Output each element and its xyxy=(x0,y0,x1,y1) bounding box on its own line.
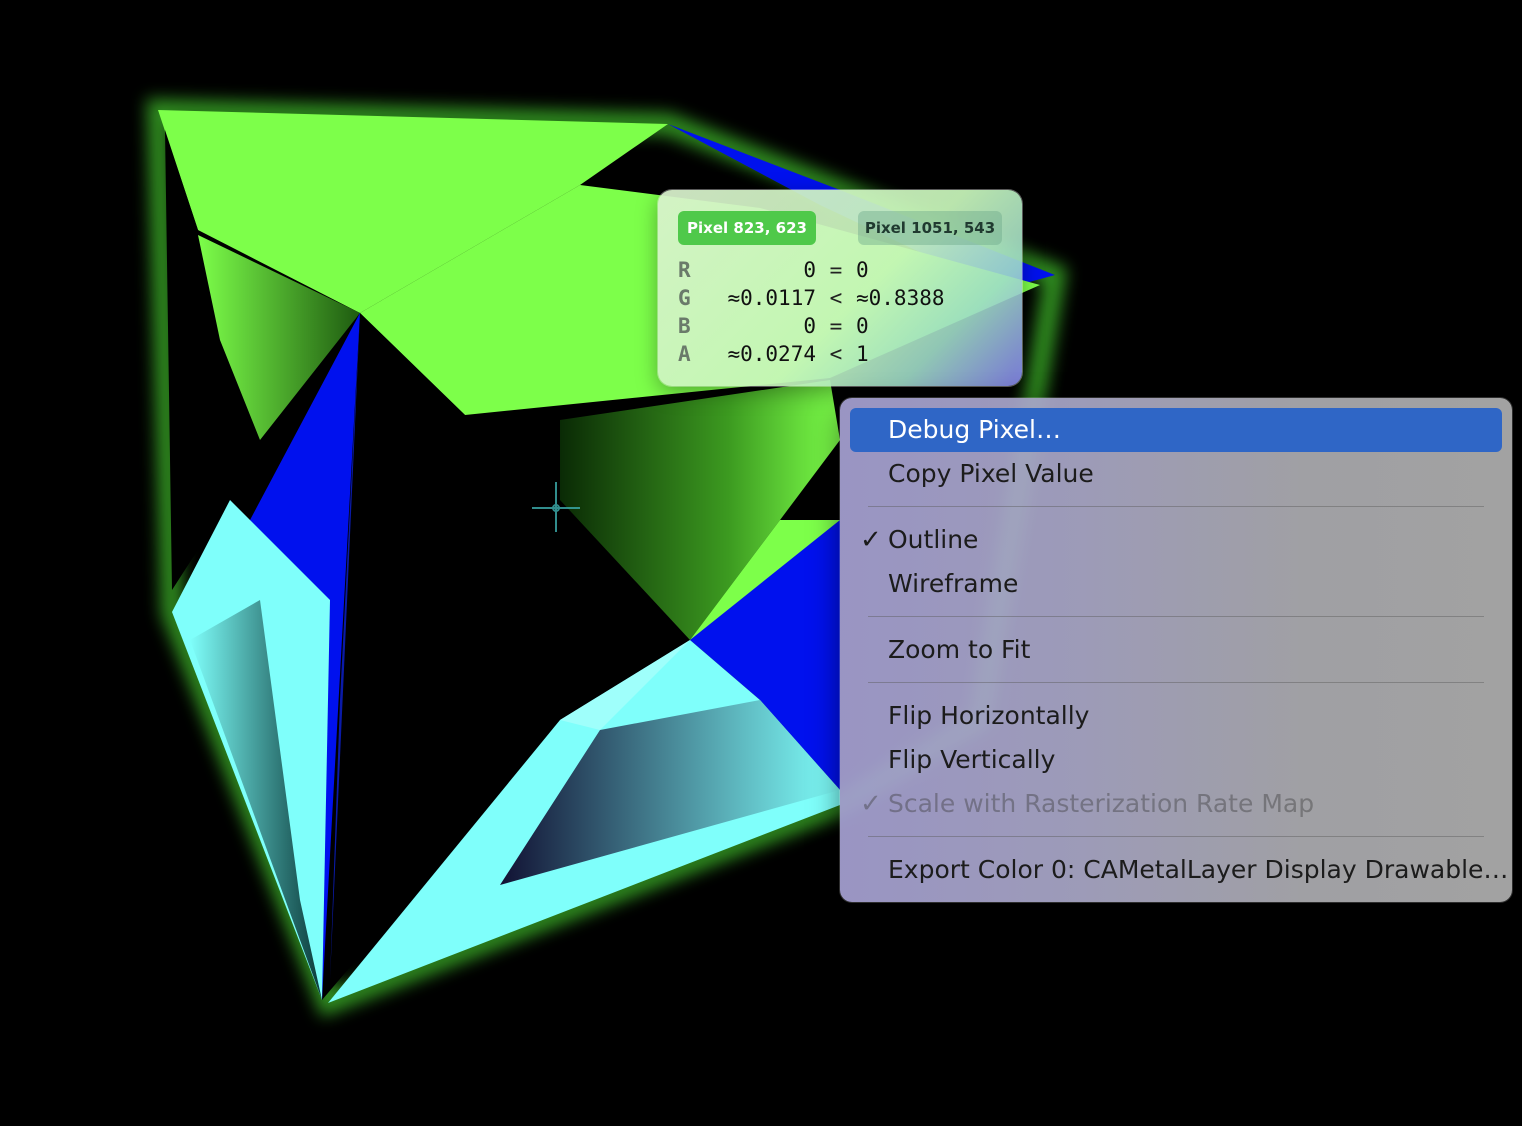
channel-row-g: G ≈0.0117 < ≈0.8388 xyxy=(678,284,996,312)
menu-separator xyxy=(868,616,1484,617)
menu-separator xyxy=(868,682,1484,683)
menu-item-label: Wireframe xyxy=(888,569,1019,598)
value-b: 0 xyxy=(856,258,869,282)
comparison-operator: = xyxy=(829,314,843,338)
value-a: 0 xyxy=(803,258,816,282)
value-a: ≈0.0117 xyxy=(727,286,816,310)
menu-item-label: Export Color 0: CAMetalLayer Display Dra… xyxy=(888,855,1509,884)
value-b: 0 xyxy=(856,314,869,338)
value-b: 1 xyxy=(856,342,869,366)
menu-separator xyxy=(868,506,1484,507)
menu-item-label: Zoom to Fit xyxy=(888,635,1031,664)
menu-separator xyxy=(868,836,1484,837)
menu-item-label: Flip Horizontally xyxy=(888,701,1090,730)
channel-label: R xyxy=(678,258,691,282)
menu-item-label: Outline xyxy=(888,525,979,554)
menu-item-flip-horizontally[interactable]: Flip Horizontally xyxy=(850,694,1502,738)
value-b: ≈0.8388 xyxy=(856,286,945,310)
comparison-operator: < xyxy=(829,342,843,366)
channel-row-r: R 0 = 0 xyxy=(678,256,996,284)
channel-label: A xyxy=(678,342,691,366)
pixel-b-badge[interactable]: Pixel 1051, 543 xyxy=(858,211,1002,245)
checkmark-icon: ✓ xyxy=(860,789,882,819)
menu-item-label: Scale with Rasterization Rate Map xyxy=(888,789,1315,818)
menu-item-wireframe[interactable]: Wireframe xyxy=(850,562,1502,606)
pixel-value-table: R 0 = 0 G ≈0.0117 < ≈0.8388 B 0 = 0 A ≈0… xyxy=(678,256,996,368)
channel-label: G xyxy=(678,286,691,310)
comparison-operator: < xyxy=(829,286,843,310)
menu-item-flip-vertically[interactable]: Flip Vertically xyxy=(850,738,1502,782)
value-a: ≈0.0274 xyxy=(727,342,816,366)
menu-item-label: Copy Pixel Value xyxy=(888,459,1094,488)
menu-item-debug-pixel[interactable]: Debug Pixel… xyxy=(850,408,1502,452)
menu-item-label: Flip Vertically xyxy=(888,745,1056,774)
pixel-compare-popover: Pixel 823, 623 Pixel 1051, 543 R 0 = 0 G… xyxy=(658,190,1022,386)
pixel-a-badge[interactable]: Pixel 823, 623 xyxy=(678,211,816,245)
menu-item-label: Debug Pixel… xyxy=(888,415,1061,444)
texture-viewer[interactable]: Pixel 823, 623 Pixel 1051, 543 R 0 = 0 G… xyxy=(0,0,1522,1126)
comparison-operator: = xyxy=(829,258,843,282)
channel-label: B xyxy=(678,314,691,338)
menu-item-zoom-to-fit[interactable]: Zoom to Fit xyxy=(850,628,1502,672)
menu-item-copy-pixel-value[interactable]: Copy Pixel Value xyxy=(850,452,1502,496)
context-menu: Debug Pixel… Copy Pixel Value ✓ Outline … xyxy=(840,398,1512,902)
checkmark-icon: ✓ xyxy=(860,525,882,555)
menu-item-outline[interactable]: ✓ Outline xyxy=(850,518,1502,562)
menu-item-export-color[interactable]: Export Color 0: CAMetalLayer Display Dra… xyxy=(850,848,1508,892)
value-a: 0 xyxy=(803,314,816,338)
channel-row-b: B 0 = 0 xyxy=(678,312,996,340)
menu-item-scale-with-rasterization-rate-map: ✓ Scale with Rasterization Rate Map xyxy=(850,782,1502,826)
channel-row-a: A ≈0.0274 < 1 xyxy=(678,340,996,368)
